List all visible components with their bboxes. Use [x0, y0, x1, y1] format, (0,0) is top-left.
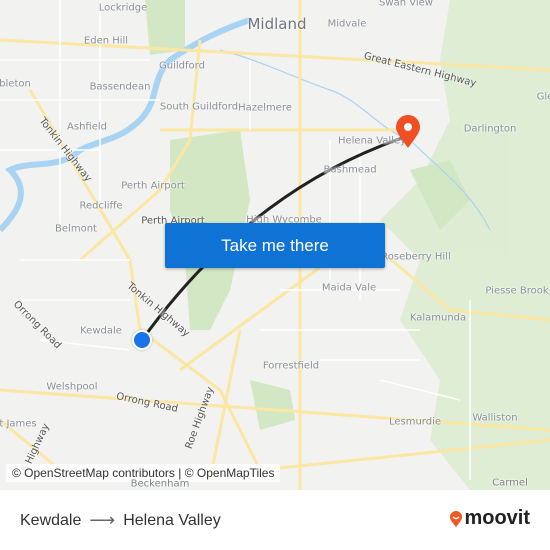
- origin-name: Kewdale: [20, 511, 82, 529]
- place-label: Swan View: [379, 0, 433, 9]
- place-label: Belmont: [55, 223, 97, 235]
- place-label: t James: [0, 418, 37, 430]
- place-label: Midvale: [327, 18, 367, 30]
- place-label: Hazelmere: [238, 102, 292, 114]
- place-label: Perth Airport: [121, 180, 185, 192]
- place-label: Lesmurdie: [388, 416, 442, 428]
- place-label: Bushmead: [323, 164, 377, 176]
- place-label: Maida Vale: [321, 282, 377, 294]
- place-label: Kalamunda: [409, 312, 467, 324]
- place-label: Midland: [247, 15, 307, 33]
- destination-name: Helena Valley: [123, 511, 221, 529]
- place-label: Guildford: [159, 60, 205, 72]
- place-label: Eden Hill: [83, 35, 129, 47]
- place-label: Roseberry Hill: [381, 251, 451, 263]
- place-label: South Guildford: [159, 101, 239, 113]
- place-label: Kewdale: [80, 325, 122, 337]
- origin-marker[interactable]: [132, 330, 152, 350]
- place-label: Forrestfield: [262, 360, 320, 372]
- place-label: Beckenham: [130, 478, 190, 490]
- arrow-right-icon: ⟶: [89, 510, 116, 530]
- place-label: Gle: [536, 91, 550, 103]
- brand-name: moovit: [464, 507, 530, 529]
- moovit-logo: moovit: [449, 507, 530, 530]
- route-title: Kewdale ⟶ Helena Valley: [20, 510, 221, 531]
- map[interactable]: Lockridge Eden Hill Midland Midvale Swan…: [0, 0, 550, 490]
- place-label: Walliston: [472, 412, 518, 424]
- place-label: Redcliffe: [79, 200, 123, 212]
- place-label: Bassendean: [89, 81, 151, 93]
- place-label: Carmel: [492, 477, 528, 489]
- place-label: Piesse Brook: [485, 285, 549, 297]
- place-label: Welshpool: [46, 381, 98, 393]
- take-me-there-button[interactable]: Take me there: [165, 223, 385, 268]
- place-label: bleton: [0, 78, 31, 90]
- moovit-pin-icon: [450, 510, 463, 527]
- footer: Kewdale ⟶ Helena Valley moovit: [0, 490, 550, 550]
- place-label: Darlington: [463, 123, 517, 135]
- place-label: Lockridge: [98, 2, 148, 14]
- place-label: Ashfield: [67, 121, 107, 133]
- destination-pin-icon[interactable]: [395, 115, 421, 149]
